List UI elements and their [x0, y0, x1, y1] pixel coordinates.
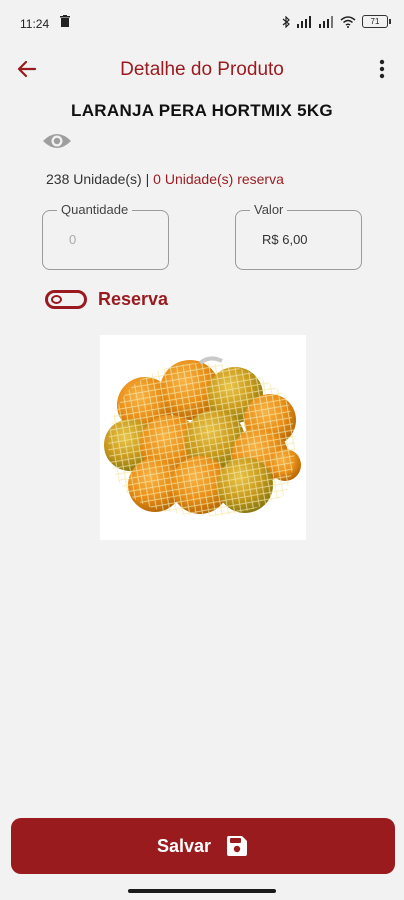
save-button[interactable]: Salvar: [11, 818, 395, 874]
wifi-icon: [340, 15, 356, 28]
page-title: Detalhe do Produto: [120, 59, 284, 80]
gesture-nav-bar[interactable]: [128, 889, 276, 893]
eye-icon[interactable]: [42, 129, 72, 153]
quantity-input[interactable]: 0: [69, 232, 76, 247]
battery-icon: 71: [362, 15, 391, 28]
value-label: Valor: [250, 202, 288, 217]
status-bar: 11:24 71: [0, 0, 404, 44]
product-name: LARANJA PERA HORTMIX 5KG: [71, 101, 333, 120]
toggle-knob: [51, 294, 62, 304]
floppy-disk-icon: [227, 836, 248, 856]
bluetooth-icon: [282, 15, 290, 28]
reserve-toggle-row[interactable]: Reserva: [45, 285, 168, 313]
value-field[interactable]: Valor R$ 6,00: [235, 202, 362, 270]
value-input[interactable]: R$ 6,00: [262, 232, 308, 247]
app-bar: Detalhe do Produto: [0, 44, 404, 94]
signal-icon-2: [319, 15, 333, 28]
product-image: [100, 335, 306, 540]
reserve-label: Reserva: [98, 288, 169, 309]
orange-bag-image: [104, 356, 301, 516]
stock-separator: |: [141, 171, 154, 187]
reserved-units: 0 Unidade(s) reserva: [153, 171, 284, 187]
status-icons: 71: [282, 15, 391, 28]
quantity-label: Quantidade: [57, 202, 133, 217]
stock-line: 238 Unidade(s) | 0 Unidade(s) reserva: [46, 171, 284, 187]
stock-units: 238 Unidade(s): [46, 171, 142, 187]
save-label: Salvar: [156, 835, 212, 856]
quantity-field[interactable]: Quantidade 0: [42, 202, 169, 270]
signal-icon: [297, 15, 311, 28]
more-vertical-icon[interactable]: [374, 56, 390, 82]
reserve-toggle[interactable]: [45, 289, 87, 309]
status-time: 11:24: [20, 17, 50, 31]
trash-icon: [60, 15, 70, 30]
